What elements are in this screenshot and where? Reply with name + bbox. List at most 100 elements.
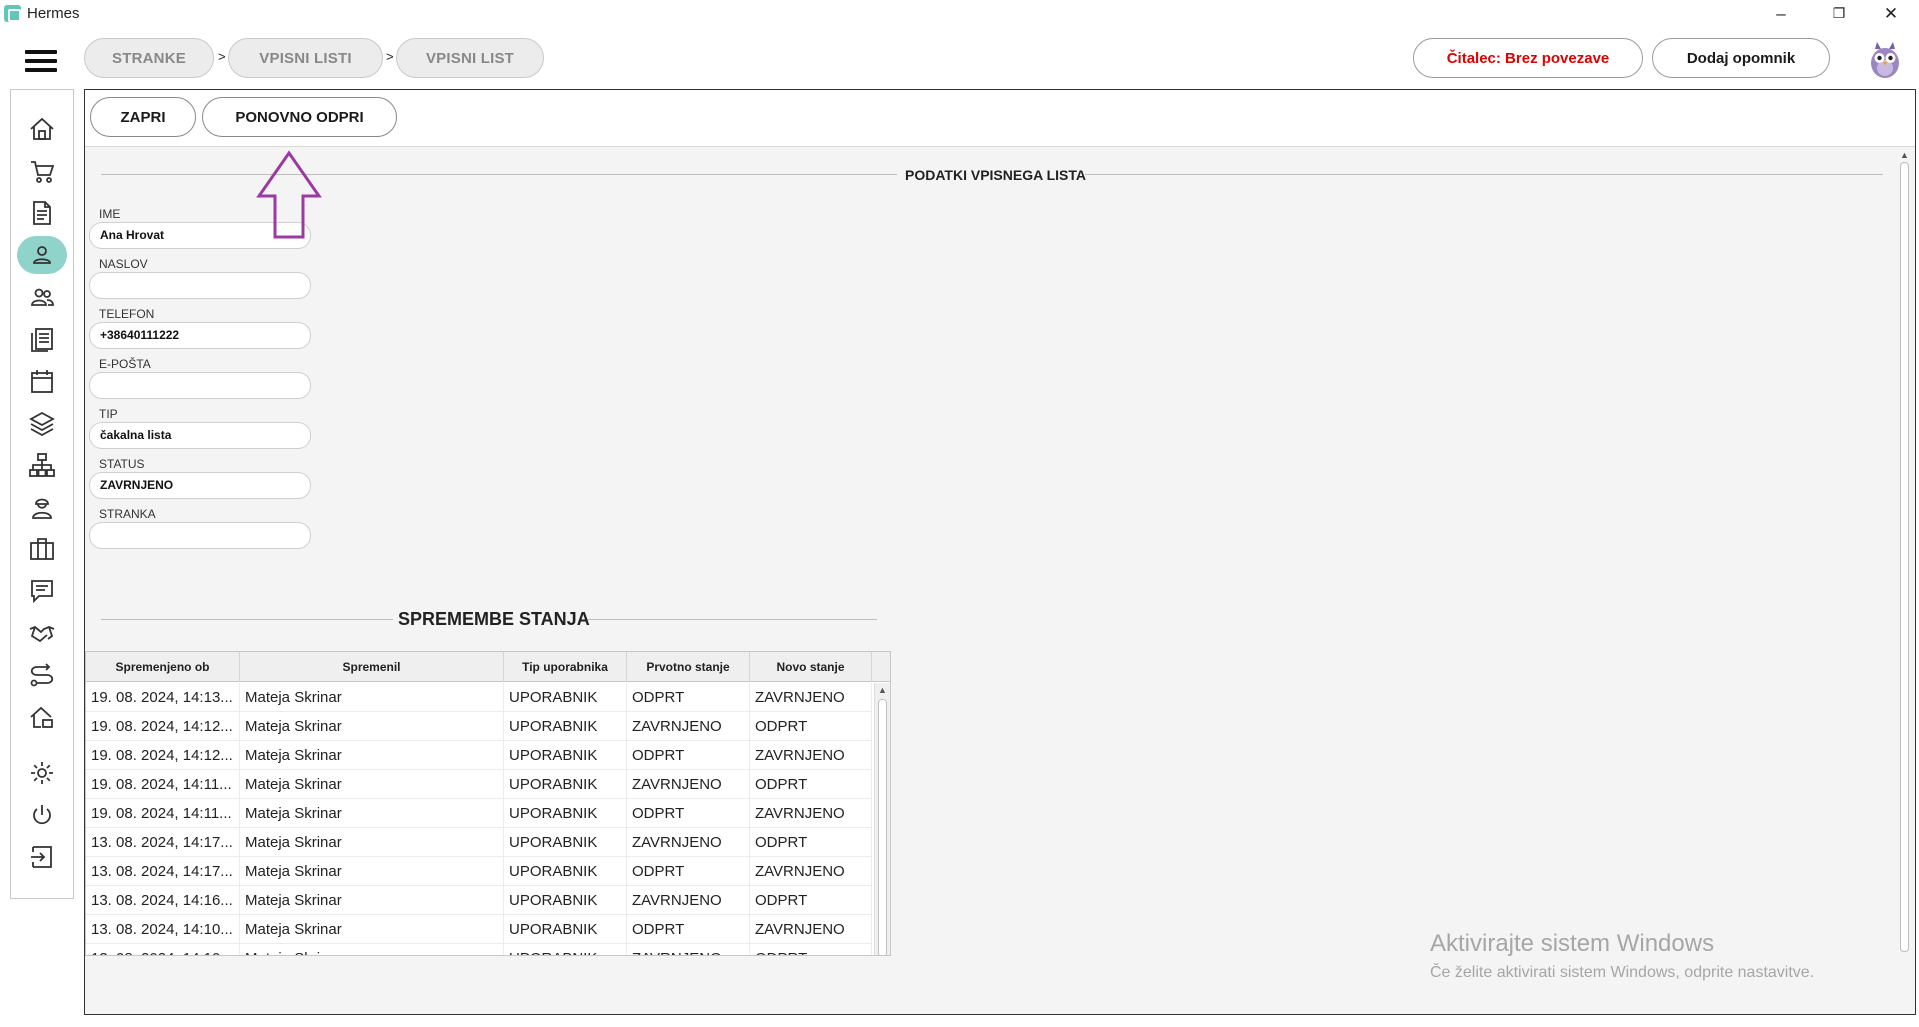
table-row[interactable]: 19. 08. 2024, 14:12... Mateja Skrinar UPOR… [86, 741, 872, 770]
column-header[interactable]: Novo stanje [750, 652, 872, 682]
app-logo-icon [4, 5, 21, 22]
table-cell: ZAVRNJENO [627, 712, 750, 741]
table-header: Spremenjeno ob Spremenil Tip uporabnika … [86, 652, 890, 682]
nav-users-icon[interactable] [17, 278, 67, 316]
column-header[interactable]: Prvotno stanje [627, 652, 750, 682]
table-cell: UPORABNIK [504, 857, 627, 886]
table-cell: ZAVRNJENO [750, 683, 872, 712]
table-cell: ZAVRNJENO [750, 915, 872, 944]
table-row[interactable]: 19. 08. 2024, 14:11... Mateja Skrinar UPOR… [86, 799, 872, 828]
scroll-up-icon[interactable]: ▲ [878, 685, 887, 695]
table-cell: UPORABNIK [504, 799, 627, 828]
telefon-field[interactable]: +38640111222 [89, 322, 311, 349]
nav-handshake-icon[interactable] [17, 614, 67, 652]
owl-avatar-icon[interactable] [1866, 38, 1904, 80]
table-cell: Mateja Skrinar [240, 915, 504, 944]
table-row[interactable]: 13. 08. 2024, 14:16... Mateja Skrinar UPOR… [86, 886, 872, 915]
table-cell: Mateja Skrinar [240, 683, 504, 712]
table-row[interactable]: 13. 08. 2024, 14:10...Mateja SkrinarUPOR… [86, 915, 872, 944]
nav-house-icon[interactable] [17, 698, 67, 736]
field-label-naslov: NASLOV [99, 257, 148, 271]
nav-route-icon[interactable] [17, 656, 67, 694]
changes-section-title: SPREMEMBE STANJA [398, 609, 590, 629]
table-cell: ODPRT [627, 741, 750, 770]
field-label-eposta: E-POŠTA [99, 357, 151, 371]
form-content: PODATKI VPISNEGA LISTA IME Ana Hrovat NA… [85, 147, 1915, 1014]
table-cell: 13. 08. 2024, 14:16... [86, 886, 240, 915]
breadcrumb-stranke[interactable]: STRANKE [84, 38, 214, 78]
annotation-arrow-icon [256, 150, 322, 239]
table-cell: ZAVRNJENO [750, 799, 872, 828]
minimize-button[interactable]: – [1752, 0, 1810, 27]
naslov-field[interactable] [89, 272, 311, 299]
nav-list-icon[interactable] [17, 320, 67, 358]
table-cell: ODPRT [750, 712, 872, 741]
nav-worker-icon[interactable] [17, 488, 67, 526]
window-title: Hermes [27, 5, 80, 22]
table-row[interactable]: 13. 08. 2024, 14:17... Mateja Skrinar UPOR… [86, 828, 872, 857]
breadcrumb-separator: > [218, 49, 226, 64]
nav-layers-icon[interactable] [17, 404, 67, 442]
restore-button[interactable]: ❐ [1810, 0, 1868, 27]
table-cell: ZAVRNJENO [627, 944, 750, 955]
column-header[interactable]: Spremenil [240, 652, 504, 682]
title-bar: Hermes – ❐ ✕ [0, 0, 1919, 27]
close-button[interactable]: ZAPRI [90, 97, 196, 137]
nav-home-icon[interactable] [17, 110, 67, 148]
table-scrollbar[interactable]: ▲ [874, 683, 890, 955]
reader-status-button[interactable]: Čitalec: Brez povezave [1413, 38, 1643, 78]
table-cell: UPORABNIK [504, 828, 627, 857]
action-bar: ZAPRI PONOVNO ODPRI [85, 90, 1915, 147]
field-label-telefon: TELEFON [99, 307, 155, 321]
section-divider [101, 174, 897, 175]
table-cell: UPORABNIK [504, 944, 627, 955]
table-row[interactable]: 13. 08. 2024, 14:17... Mateja Skrinar UPOR… [86, 857, 872, 886]
breadcrumb-vpisni-listi[interactable]: VPISNI LISTI [228, 38, 383, 78]
field-label-ime: IME [99, 207, 121, 221]
section-divider [101, 619, 393, 620]
table-cell: Mateja Skrinar [240, 886, 504, 915]
table-row[interactable]: 19. 08. 2024, 14:12... Mateja Skrinar UPOR… [86, 712, 872, 741]
scroll-thumb[interactable] [878, 699, 887, 955]
reopen-button[interactable]: PONOVNO ODPRI [202, 97, 397, 137]
table-cell: 13. 08. 2024, 14:10... [86, 915, 240, 944]
status-field[interactable]: ZAVRNJENO [89, 472, 311, 499]
table-cell: ODPRT [750, 944, 872, 955]
nav-briefcase-icon[interactable] [17, 530, 67, 568]
column-header[interactable]: Spremenjeno ob [86, 652, 240, 682]
table-cell: ZAVRNJENO [627, 770, 750, 799]
scroll-thumb[interactable] [1900, 162, 1909, 952]
table-cell: UPORABNIK [504, 683, 627, 712]
nav-logout-icon[interactable] [17, 838, 67, 876]
add-reminder-button[interactable]: Dodaj opomnik [1652, 38, 1830, 78]
table-row[interactable]: 19. 08. 2024, 14:13... Mateja Skrinar UPOR… [86, 683, 872, 712]
table-row[interactable]: 19. 08. 2024, 14:11... Mateja Skrinar UPOR… [86, 770, 872, 799]
nav-chat-icon[interactable] [17, 572, 67, 610]
nav-user-icon[interactable] [17, 236, 67, 274]
scroll-up-icon[interactable]: ▲ [1900, 150, 1909, 160]
table-cell: 13. 08. 2024, 14:10... [86, 944, 240, 955]
column-header[interactable]: Tip uporabnika [504, 652, 627, 682]
nav-document-icon[interactable] [17, 194, 67, 232]
table-cell: ODPRT [627, 915, 750, 944]
main-scrollbar[interactable]: ▲ [1898, 150, 1912, 952]
nav-gear-icon[interactable] [17, 754, 67, 792]
nav-cart-icon[interactable] [17, 152, 67, 190]
eposta-field[interactable] [89, 372, 311, 399]
nav-calendar-icon[interactable] [17, 362, 67, 400]
windows-activation-hint: Če želite aktivirati sistem Windows, odp… [1430, 964, 1815, 981]
field-label-status: STATUS [99, 457, 145, 471]
close-window-button[interactable]: ✕ [1862, 0, 1919, 27]
sidebar [10, 89, 74, 899]
breadcrumb-vpisni-list[interactable]: VPISNI LIST [396, 38, 544, 78]
table-cell: ODPRT [627, 799, 750, 828]
table-cell: Mateja Skrinar [240, 770, 504, 799]
stranka-field[interactable] [89, 522, 311, 549]
hamburger-menu-icon[interactable] [25, 50, 57, 74]
tip-field[interactable]: čakalna lista [89, 422, 311, 449]
table-cell: 13. 08. 2024, 14:17... [86, 828, 240, 857]
nav-power-icon[interactable] [17, 796, 67, 834]
nav-hierarchy-icon[interactable] [17, 446, 67, 484]
main-panel: ZAPRI PONOVNO ODPRI PODATKI VPISNEGA LIS… [84, 89, 1916, 1015]
table-row[interactable]: 13. 08. 2024, 14:10...Mateja SkrinarUPOR… [86, 944, 872, 955]
